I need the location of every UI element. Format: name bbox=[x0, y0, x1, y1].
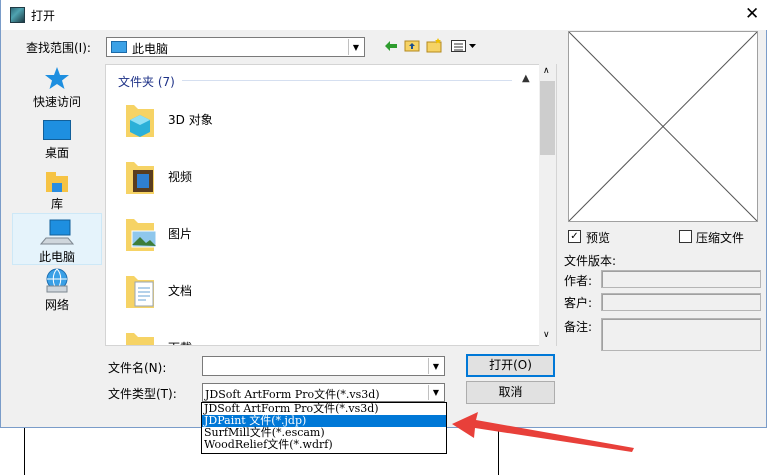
client-field bbox=[601, 293, 761, 311]
place-this-pc[interactable]: 此电脑 bbox=[12, 213, 102, 265]
place-label: 此电脑 bbox=[38, 250, 75, 264]
title-bar: 打开 ✕ bbox=[1, 0, 767, 30]
lookin-label: 查找范围(I): bbox=[26, 41, 91, 55]
group-divider bbox=[182, 80, 512, 81]
remark-label: 备注: bbox=[564, 320, 593, 334]
place-label: 桌面 bbox=[44, 146, 69, 160]
list-item[interactable]: 图片 bbox=[118, 207, 518, 263]
lookin-combo[interactable]: 此电脑 ▼ bbox=[106, 37, 365, 57]
videos-folder-icon bbox=[126, 162, 154, 194]
chevron-down-icon[interactable]: ▼ bbox=[348, 39, 363, 55]
filetype-combo[interactable]: JDSoft ArtForm Pro文件(*.vs3d) ▼ bbox=[202, 383, 445, 402]
file-list[interactable]: 文件夹 (7) ▲ 3D 对象 视频 图片 文档 bbox=[105, 64, 557, 346]
file-name: 下载 bbox=[168, 339, 192, 345]
desktop-icon bbox=[43, 120, 71, 140]
chevron-up-icon[interactable]: ▲ bbox=[522, 73, 530, 84]
network-icon bbox=[46, 268, 68, 293]
file-name: 图片 bbox=[168, 227, 193, 241]
computer-icon bbox=[40, 219, 74, 245]
cancel-button[interactable]: 取消 bbox=[466, 381, 555, 404]
filename-input[interactable] bbox=[205, 358, 425, 374]
compress-label: 压缩文件 bbox=[696, 231, 745, 245]
filetype-value: JDSoft ArtForm Pro文件(*.vs3d) bbox=[205, 388, 380, 401]
filetype-dropdown-list[interactable]: JDSoft ArtForm Pro文件(*.vs3d) JDPaint 文件(… bbox=[201, 402, 447, 454]
file-version-label: 文件版本: bbox=[564, 254, 617, 268]
scroll-thumb[interactable] bbox=[540, 81, 555, 155]
documents-folder-icon bbox=[126, 276, 154, 308]
annotation-arrow-icon bbox=[452, 412, 634, 452]
scroll-down-arrow[interactable]: ∨ bbox=[543, 330, 550, 340]
list-item[interactable]: 下载 bbox=[118, 321, 518, 345]
background-divider bbox=[24, 428, 25, 475]
group-header: 文件夹 (7) bbox=[118, 75, 175, 89]
preview-label: 预览 bbox=[586, 231, 611, 245]
client-label: 客户: bbox=[564, 296, 593, 310]
scroll-up-arrow[interactable]: ∧ bbox=[543, 66, 550, 76]
place-label: 快速访问 bbox=[32, 95, 81, 109]
place-network[interactable]: 网络 bbox=[12, 268, 102, 314]
file-list-scrollbar[interactable]: ∧ ∨ bbox=[539, 64, 556, 346]
star-icon bbox=[45, 67, 69, 89]
places-bar: 快速访问 桌面 库 此电脑 网络 bbox=[12, 60, 102, 345]
filetype-label: 文件类型(T): bbox=[108, 387, 177, 401]
place-desktop[interactable]: 桌面 bbox=[12, 120, 102, 166]
open-dialog: 打开 ✕ 查找范围(I): 此电脑 ▼ 快速访问 桌面 库 此电脑 网络 文件夹… bbox=[0, 0, 767, 428]
back-arrow-icon[interactable] bbox=[384, 40, 398, 52]
view-menu-icon[interactable] bbox=[451, 40, 479, 52]
app-icon bbox=[10, 7, 25, 23]
close-icon[interactable]: ✕ bbox=[745, 6, 759, 23]
preview-checkbox[interactable]: ✓ bbox=[568, 230, 581, 243]
filetype-option[interactable]: WoodRelief文件(*.wdrf) bbox=[202, 439, 446, 451]
lookin-value: 此电脑 bbox=[132, 42, 169, 56]
3d-objects-folder-icon bbox=[126, 105, 154, 137]
library-icon bbox=[46, 172, 68, 192]
author-field bbox=[601, 270, 761, 288]
preview-pane bbox=[568, 31, 758, 222]
open-button[interactable]: 打开(O) bbox=[466, 354, 555, 377]
downloads-folder-icon bbox=[126, 333, 154, 345]
chevron-down-icon[interactable]: ▼ bbox=[428, 358, 443, 374]
place-quick-access[interactable]: 快速访问 bbox=[12, 66, 102, 116]
list-item[interactable]: 3D 对象 bbox=[118, 93, 518, 149]
place-label: 网络 bbox=[44, 298, 69, 312]
up-folder-icon[interactable] bbox=[404, 38, 420, 52]
new-folder-icon[interactable] bbox=[426, 37, 443, 53]
filename-label: 文件名(N): bbox=[108, 361, 167, 375]
file-name: 3D 对象 bbox=[168, 113, 213, 127]
filename-combo[interactable]: ▼ bbox=[202, 356, 445, 376]
list-item[interactable]: 视频 bbox=[118, 150, 518, 206]
place-libraries[interactable]: 库 bbox=[12, 168, 102, 214]
author-label: 作者: bbox=[564, 274, 593, 288]
no-preview-cross-icon bbox=[568, 31, 758, 222]
list-item[interactable]: 文档 bbox=[118, 264, 518, 320]
window-title: 打开 bbox=[31, 9, 56, 23]
chevron-down-icon[interactable]: ▼ bbox=[428, 385, 443, 400]
pictures-folder-icon bbox=[126, 219, 157, 251]
computer-small-icon bbox=[111, 41, 127, 53]
file-name: 视频 bbox=[168, 170, 193, 184]
place-label: 库 bbox=[50, 197, 63, 211]
checkmark-icon: ✓ bbox=[570, 231, 579, 242]
file-name: 文档 bbox=[168, 284, 193, 298]
remark-field bbox=[601, 318, 761, 351]
compress-checkbox[interactable] bbox=[679, 230, 692, 243]
